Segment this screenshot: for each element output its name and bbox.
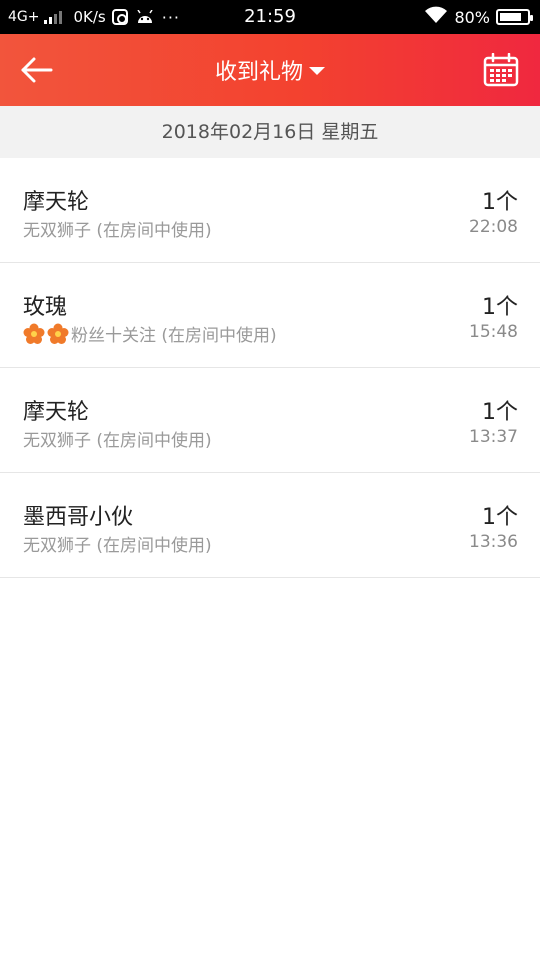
sender-info: 无双狮子 (在房间中使用) <box>23 531 212 556</box>
app-header: 收到礼物 <box>0 34 540 106</box>
list-item[interactable]: 摩天轮 无双狮子 (在房间中使用) 1个 22:08 <box>0 158 540 263</box>
gift-quantity: 1个 <box>482 190 518 215</box>
fan-badges <box>23 323 69 345</box>
sender-text: 粉丝十关注 (在房间中使用) <box>71 326 277 346</box>
list-item[interactable]: 墨西哥小伙 无双狮子 (在房间中使用) 1个 13:36 <box>0 473 540 578</box>
sender-text: 无双狮子 (在房间中使用) <box>23 221 212 241</box>
gift-time: 15:48 <box>469 322 518 342</box>
date-header: 2018年02月16日 星期五 <box>0 106 540 158</box>
gift-quantity: 1个 <box>482 505 518 530</box>
flower-badge-icon <box>47 323 69 344</box>
battery-icon <box>496 9 533 25</box>
gift-name: 摩天轮 <box>23 400 90 425</box>
status-right: 80% <box>424 0 533 34</box>
battery-percent: 80% <box>454 7 490 27</box>
caret-down-icon <box>309 67 325 75</box>
gift-list: 摩天轮 无双狮子 (在房间中使用) 1个 22:08 玫瑰 粉丝十关注 (在房间… <box>0 158 540 578</box>
status-bar: 4G+ 0K/s ··· 21:59 80% <box>0 0 540 34</box>
flower-badge-icon <box>23 323 45 344</box>
gift-time: 13:36 <box>469 532 518 552</box>
page-title: 收到礼物 <box>214 60 303 85</box>
wifi-icon <box>424 6 448 28</box>
gift-name: 墨西哥小伙 <box>23 505 134 530</box>
title-dropdown[interactable]: 收到礼物 <box>0 34 540 106</box>
gift-time: 22:08 <box>469 217 518 237</box>
gift-time: 13:37 <box>469 427 518 447</box>
gift-name: 玫瑰 <box>23 295 68 320</box>
sender-info: 无双狮子 (在房间中使用) <box>23 426 212 451</box>
gift-quantity: 1个 <box>482 400 518 425</box>
calendar-button[interactable] <box>482 51 520 89</box>
sender-info: 粉丝十关注 (在房间中使用) <box>23 321 277 346</box>
list-item[interactable]: 玫瑰 粉丝十关注 (在房间中使用) 1个 15:48 <box>0 263 540 368</box>
calendar-icon <box>483 53 519 87</box>
sender-text: 无双狮子 (在房间中使用) <box>23 431 212 451</box>
sender-info: 无双狮子 (在房间中使用) <box>23 216 212 241</box>
gift-quantity: 1个 <box>482 295 518 320</box>
list-item[interactable]: 摩天轮 无双狮子 (在房间中使用) 1个 13:37 <box>0 368 540 473</box>
gift-name: 摩天轮 <box>23 190 90 215</box>
sender-text: 无双狮子 (在房间中使用) <box>23 536 212 556</box>
